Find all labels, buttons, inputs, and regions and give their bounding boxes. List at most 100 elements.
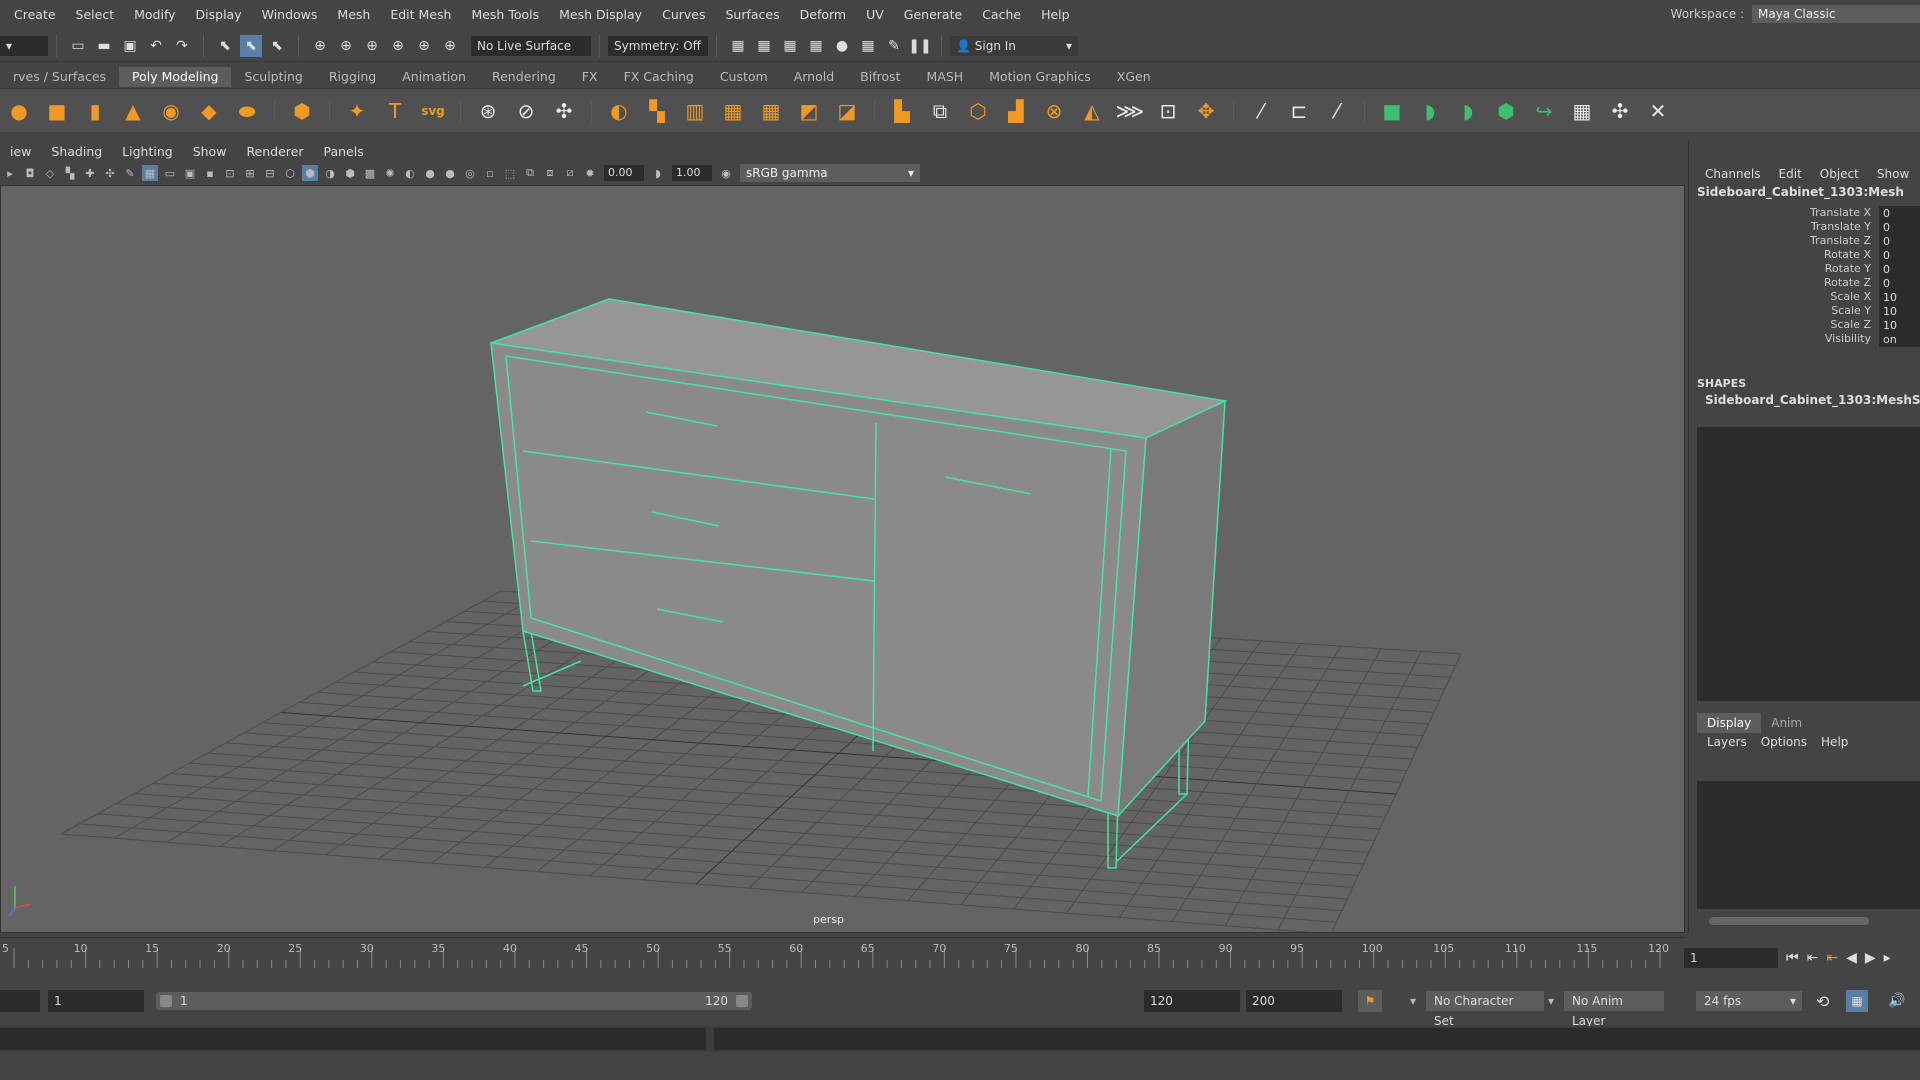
sign-in-button[interactable]: 👤 Sign In ▾ <box>950 35 1078 56</box>
render-view-icon[interactable]: ▦ <box>727 35 749 57</box>
loop-icon[interactable]: ⟲ <box>1816 992 1829 1011</box>
depth-of-field-icon[interactable]: ▫ <box>482 165 498 181</box>
lasso-tool-icon[interactable]: ⬉ <box>240 34 262 57</box>
shelf-tab-rves-surfaces[interactable]: rves / Surfaces <box>0 67 119 87</box>
menu-modify[interactable]: Modify <box>124 7 185 22</box>
attribute-value[interactable]: 0 <box>1879 220 1920 235</box>
planar-mapping-icon[interactable]: ■ <box>1377 96 1407 126</box>
cut-uv-icon[interactable]: ↪ <box>1529 96 1559 126</box>
layer-menu-help[interactable]: Help <box>1821 735 1848 749</box>
ipr-render-icon[interactable]: ▦ <box>779 35 801 57</box>
grease-pencil-icon[interactable]: ✎ <box>122 165 138 181</box>
separate-icon[interactable]: ▚ <box>642 96 672 126</box>
range-slider[interactable]: 1 120 <box>156 992 752 1010</box>
spherical-mapping-icon[interactable]: ◗ <box>1453 96 1483 126</box>
channel-menu-channels[interactable]: Channels <box>1705 167 1761 181</box>
attribute-value[interactable]: 0 <box>1879 206 1920 221</box>
menu-windows[interactable]: Windows <box>252 7 328 22</box>
mirror-geometry-icon[interactable]: ▥ <box>680 96 710 126</box>
playback-end-field[interactable]: 120 <box>1144 990 1240 1012</box>
range-start-handle[interactable] <box>160 995 172 1007</box>
sculpt-icon[interactable]: ⊘ <box>511 96 541 126</box>
super-shape-icon[interactable]: ✦ <box>342 96 372 126</box>
boolean-difference-icon[interactable]: ◪ <box>832 96 862 126</box>
image-plane-icon[interactable]: ▚ <box>62 165 78 181</box>
menuset-dropdown[interactable]: ▾ <box>0 35 48 56</box>
play-backwards-icon[interactable]: ◀ <box>1846 950 1857 966</box>
channel-menu-object[interactable]: Object <box>1820 167 1859 181</box>
boolean-union-icon[interactable]: ◩ <box>794 96 824 126</box>
fps-dropdown[interactable]: 24 fps ▾ <box>1696 991 1802 1011</box>
selected-object-name[interactable]: Sideboard_Cabinet_1303:Mesh <box>1697 185 1904 199</box>
combine-icon[interactable]: ◐ <box>604 96 634 126</box>
layout-icon[interactable]: ✕ <box>1643 96 1673 126</box>
camera-attributes-icon[interactable]: ◘ <box>22 165 38 181</box>
measure-icon[interactable]: ✣ <box>549 96 579 126</box>
menu-deform[interactable]: Deform <box>790 7 856 22</box>
shelf-tab-poly-modeling[interactable]: Poly Modeling <box>119 67 232 87</box>
gamma-icon[interactable]: ◗ <box>650 165 666 181</box>
panel-menu-shading[interactable]: Shading <box>41 144 112 159</box>
poly-platonic-icon[interactable]: ⬢ <box>287 96 317 126</box>
paint-select-icon[interactable]: ⬉ <box>266 35 288 57</box>
step-back-key-icon[interactable]: ⇤ <box>1826 950 1838 966</box>
anim-layer-dropdown[interactable]: No Anim Layer <box>1564 991 1664 1028</box>
pause-icon[interactable]: ❚❚ <box>908 35 931 57</box>
safe-action-icon[interactable]: ⊡ <box>222 165 238 181</box>
target-weld-icon[interactable]: ⁄ <box>1246 96 1276 126</box>
gate-mask-icon[interactable]: ▣ <box>182 165 198 181</box>
shadows-icon[interactable]: ◐ <box>402 165 418 181</box>
layer-menu-options[interactable]: Options <box>1761 735 1807 749</box>
playback-start-field[interactable]: 1 <box>48 990 144 1012</box>
append-polygon-icon[interactable]: ▟ <box>1001 96 1031 126</box>
menu-mesh-display[interactable]: Mesh Display <box>549 7 652 22</box>
exposure-icon[interactable]: ✹ <box>582 165 598 181</box>
backface-icon[interactable]: ⧄ <box>562 165 578 181</box>
arnold-render-icon[interactable]: ▦ <box>857 35 879 57</box>
shelf-tab-custom[interactable]: Custom <box>707 67 781 87</box>
menu-generate[interactable]: Generate <box>894 7 972 22</box>
wireframe-icon[interactable]: ⬡ <box>282 165 298 181</box>
offset-edge-loop-icon[interactable]: ⁄ <box>1322 96 1352 126</box>
snap-curve-icon[interactable]: ⊕ <box>335 35 357 57</box>
menu-edit-mesh[interactable]: Edit Mesh <box>380 7 461 22</box>
shelf-tab-rendering[interactable]: Rendering <box>479 67 569 87</box>
render-frame-icon[interactable]: ▦ <box>753 35 775 57</box>
snap-surface-icon[interactable]: ⊕ <box>413 35 435 57</box>
field-chart-icon[interactable]: ▪ <box>202 165 218 181</box>
poly-cylinder-icon[interactable]: ▮ <box>80 96 110 126</box>
bevel-icon[interactable]: ⬡ <box>963 96 993 126</box>
multi-cut-icon[interactable]: ✥ <box>1191 96 1221 126</box>
shelf-tab-animation[interactable]: Animation <box>389 67 479 87</box>
merge-icon[interactable]: ◭ <box>1077 96 1107 126</box>
hud-icon[interactable]: ⊟ <box>262 165 278 181</box>
shelf-tab-arnold[interactable]: Arnold <box>781 67 847 87</box>
menu-help[interactable]: Help <box>1031 7 1080 22</box>
workspace-selector[interactable]: Workspace : Maya Classic <box>1671 3 1920 25</box>
svg-tool-icon[interactable]: svg <box>418 96 448 126</box>
hypershade-icon[interactable]: ● <box>831 35 853 57</box>
shelf-tab-fx-caching[interactable]: FX Caching <box>611 67 707 87</box>
menu-create[interactable]: Create <box>0 7 66 22</box>
snap-grid-icon[interactable]: ⊕ <box>309 35 331 57</box>
attribute-value[interactable]: 0 <box>1879 262 1920 277</box>
extrude-icon[interactable]: ▙ <box>887 96 917 126</box>
start-time-field[interactable] <box>0 990 40 1012</box>
new-scene-icon[interactable]: ▭ <box>67 35 89 57</box>
reduce-icon[interactable]: ▦ <box>756 96 786 126</box>
shelf-tab-bifrost[interactable]: Bifrost <box>847 67 913 87</box>
smooth-icon[interactable]: ▦ <box>718 96 748 126</box>
automatic-mapping-icon[interactable]: ⬢ <box>1491 96 1521 126</box>
layer-tab-display[interactable]: Display <box>1697 713 1762 733</box>
shelf-tab-rigging[interactable]: Rigging <box>316 67 389 87</box>
snap-vertex-icon[interactable]: ⊕ <box>439 35 461 57</box>
connect-icon[interactable]: ⊡ <box>1153 96 1183 126</box>
menu-uv[interactable]: UV <box>856 7 894 22</box>
resolution-gate-icon[interactable]: ▭ <box>162 165 178 181</box>
shelf-tab-xgen[interactable]: XGen <box>1104 67 1164 87</box>
panel-menu-panels[interactable]: Panels <box>314 144 374 159</box>
smooth-shade-icon[interactable]: ⬢ <box>302 165 318 181</box>
step-back-icon[interactable]: ⇤ <box>1807 950 1819 966</box>
channel-menu-show[interactable]: Show <box>1877 167 1909 181</box>
mirror-icon[interactable]: ⊛ <box>473 96 503 126</box>
